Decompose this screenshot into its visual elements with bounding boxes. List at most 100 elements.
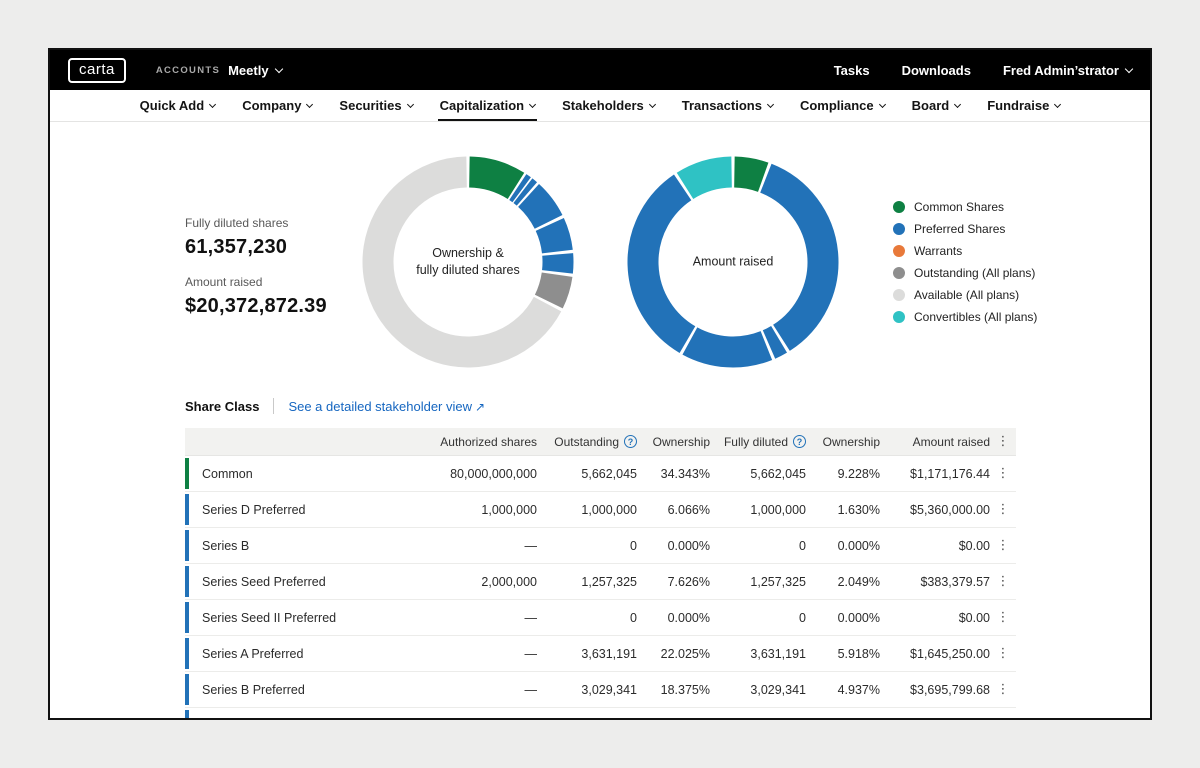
legend-label: Warrants [914, 244, 962, 258]
company-switcher[interactable]: Meetly [228, 63, 281, 78]
nav-item-quick-add[interactable]: Quick Add [140, 90, 216, 121]
nav-item-company[interactable]: Company [242, 90, 312, 121]
row-value-cell: — [367, 647, 537, 661]
donut-segment-preferred-shares [518, 187, 522, 190]
row-accent-bar [185, 674, 189, 705]
table-row-partial[interactable] [185, 708, 1016, 720]
row-menu-button[interactable]: ⋮ [990, 539, 1016, 552]
row-value-cell: 1,000,000 [710, 503, 806, 517]
row-value-cell: 0.000% [637, 539, 710, 553]
table-row-series-seed-ii-preferred[interactable]: Series Seed II Preferred—00.000%00.000%$… [185, 600, 1016, 636]
nav-item-fundraise[interactable]: Fundraise [987, 90, 1060, 121]
row-menu-button[interactable]: ⋮ [990, 611, 1016, 624]
nav-item-board[interactable]: Board [912, 90, 961, 121]
table-row-series-b-preferred[interactable]: Series B Preferred—3,029,34118.375%3,029… [185, 672, 1016, 708]
chevron-down-icon [209, 100, 216, 107]
table-header-row: Authorized sharesOutstanding?OwnershipFu… [185, 428, 1016, 456]
row-value-cell: — [367, 539, 537, 553]
share-class-title: Share Class [185, 399, 259, 414]
row-accent-bar [185, 710, 189, 718]
row-menu-button[interactable]: ⋮ [990, 647, 1016, 660]
table-row-series-seed-preferred[interactable]: Series Seed Preferred2,000,0001,257,3257… [185, 564, 1016, 600]
nav-item-label: Board [912, 98, 950, 113]
table-row-series-d-preferred[interactable]: Series D Preferred1,000,0001,000,0006.06… [185, 492, 1016, 528]
row-value-cell: 7.626% [637, 575, 710, 589]
nav-item-label: Transactions [682, 98, 762, 113]
stakeholder-view-link[interactable]: See a detailed stakeholder view↗ [288, 399, 485, 414]
row-accent-bar [185, 602, 189, 633]
table-menu-button[interactable]: ⋮ [990, 435, 1016, 448]
row-value-cell: 0.000% [806, 539, 880, 553]
column-header-label: Outstanding [554, 435, 619, 449]
row-menu-button[interactable]: ⋮ [990, 467, 1016, 480]
nav-item-capitalization[interactable]: Capitalization [440, 90, 536, 121]
row-value-cell: 0 [537, 611, 637, 625]
legend-item-common-shares: Common Shares [893, 201, 1037, 213]
row-menu-button[interactable]: ⋮ [990, 503, 1016, 516]
row-value-cell: 1,000,000 [537, 503, 637, 517]
donut-segment-common-shares [469, 172, 516, 186]
column-header-ownership: Ownership [637, 435, 710, 449]
table-row-series-b[interactable]: Series B—00.000%00.000%$0.00⋮ [185, 528, 1016, 564]
legend-label: Available (All plans) [914, 288, 1019, 302]
row-value-cell: 1,257,325 [537, 575, 637, 589]
chevron-down-icon [529, 100, 536, 107]
legend-dot [893, 311, 905, 323]
nav-item-securities[interactable]: Securities [339, 90, 412, 121]
share-class-name: Series B [202, 539, 249, 553]
row-name-cell: Series B [185, 539, 367, 553]
legend-item-warrants: Warrants [893, 245, 1037, 257]
column-header-label: Authorized shares [440, 435, 537, 449]
user-name: Fred Admin’strator [1003, 63, 1119, 78]
row-name-cell: Series A Preferred [185, 647, 367, 661]
summary-stats: Fully diluted shares 61,357,230 Amount r… [185, 216, 327, 318]
donut-segment-preferred-shares [523, 191, 527, 194]
column-header-outstanding: Outstanding? [537, 435, 637, 449]
topbar-link-tasks[interactable]: Tasks [834, 63, 870, 78]
column-header-amount-raised: Amount raised [880, 435, 990, 449]
table-row-series-a-preferred[interactable]: Series A Preferred—3,631,19122.025%3,631… [185, 636, 1016, 672]
share-class-name: Series B Preferred [202, 683, 305, 697]
row-value-cell: 4.937% [806, 683, 880, 697]
row-accent-bar [185, 494, 189, 525]
nav-item-compliance[interactable]: Compliance [800, 90, 885, 121]
row-value-cell: 5.918% [806, 647, 880, 661]
share-class-header: Share Class See a detailed stakeholder v… [185, 398, 485, 414]
amount-raised-label: Amount raised [185, 275, 327, 289]
legend-dot [893, 289, 905, 301]
row-menu-button[interactable]: ⋮ [990, 683, 1016, 696]
row-value-cell: 34.343% [637, 467, 710, 481]
legend-label: Preferred Shares [914, 222, 1005, 236]
help-icon[interactable]: ? [624, 435, 637, 448]
legend-dot [893, 245, 905, 257]
nav-item-label: Fundraise [987, 98, 1049, 113]
fully-diluted-value: 61,357,230 [185, 236, 327, 259]
donut-segment-convertibles-all-plans [685, 172, 732, 186]
share-class-name: Series A Preferred [202, 647, 303, 661]
column-header-label: Ownership [653, 435, 710, 449]
row-value-cell: 22.025% [637, 647, 710, 661]
donut-center-label: Amount raised [627, 254, 839, 271]
carta-logo[interactable]: carta [68, 58, 126, 83]
nav-item-transactions[interactable]: Transactions [682, 90, 773, 121]
topbar-link-downloads[interactable]: Downloads [902, 63, 971, 78]
nav-item-stakeholders[interactable]: Stakeholders [562, 90, 655, 121]
help-icon[interactable]: ? [793, 435, 806, 448]
user-menu[interactable]: Fred Admin’strator [1003, 63, 1132, 78]
row-menu-button[interactable]: ⋮ [990, 575, 1016, 588]
column-header-fully-diluted: Fully diluted? [710, 435, 806, 449]
row-value-cell: 3,029,341 [537, 683, 637, 697]
chevron-down-icon [649, 100, 656, 107]
chevron-down-icon [767, 100, 774, 107]
share-class-name: Series D Preferred [202, 503, 306, 517]
donut-segment-preferred-shares [690, 341, 767, 352]
row-value-cell: $5,360,000.00 [880, 503, 990, 517]
chart-legend: Common SharesPreferred SharesWarrantsOut… [893, 201, 1037, 333]
column-header-label: Ownership [823, 435, 880, 449]
row-name-cell: Series Seed II Preferred [185, 611, 367, 625]
table-row-common[interactable]: Common80,000,000,0005,662,04534.343%5,66… [185, 456, 1016, 492]
row-value-cell: 80,000,000,000 [367, 467, 537, 481]
row-value-cell: 2.049% [806, 575, 880, 589]
chevron-down-icon [879, 100, 886, 107]
capitalization-page: Fully diluted shares 61,357,230 Amount r… [50, 122, 1150, 718]
